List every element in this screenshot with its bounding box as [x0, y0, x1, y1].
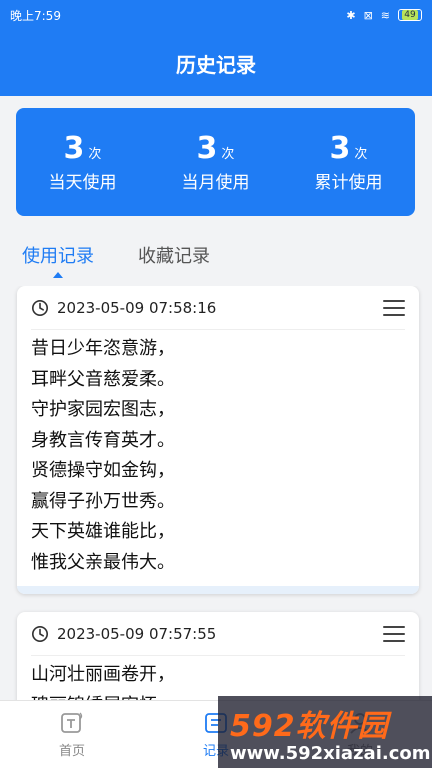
poem-line: 惟我父亲最伟大。	[31, 551, 175, 573]
wifi-icon: ≋	[380, 8, 390, 22]
poem-line: 天下英雄谁能比，	[31, 521, 175, 542]
stat-month: 3 次 当月使用	[149, 108, 282, 216]
poem-line: 守护家园宏图志，	[31, 399, 175, 420]
nav-home-label: 首页	[58, 744, 85, 759]
card-footer	[17, 586, 419, 594]
watermark-url: www.592xiazai.com	[230, 742, 431, 764]
sim-icon: ⊠	[363, 8, 373, 22]
record-menu-icon[interactable]	[383, 625, 405, 642]
record-content: 山河壮丽画卷开， 瑰丽锦绣展宏怀，	[31, 656, 405, 700]
record-card[interactable]: 2023-05-09 07:57:55 山河壮丽画卷开， 瑰丽锦绣展宏怀，	[17, 612, 419, 700]
app-header: 历史记录	[0, 30, 432, 96]
tab-favorite-records[interactable]: 收藏记录	[138, 242, 210, 268]
stat-total-label: 累计使用	[314, 173, 383, 193]
poem-line: 山河壮丽画卷开，	[31, 664, 175, 685]
status-bar: 晚上7:59 ✱ ⊠ ≋ 49	[0, 0, 432, 30]
tab-active-indicator	[53, 272, 63, 278]
site-watermark: 592软件园 www.592xiazai.com	[218, 696, 432, 768]
bluetooth-icon: ✱	[346, 8, 356, 22]
page-title: 历史记录	[176, 52, 256, 77]
poem-line: 赢得子孙万世秀。	[31, 490, 175, 512]
stat-total: 3 次 累计使用	[282, 108, 415, 216]
stat-total-value: 3	[329, 131, 351, 166]
status-time: 晚上7:59	[10, 8, 61, 23]
record-card[interactable]: 2023-05-09 07:58:16 昔日少年恣意游， 耳畔父音慈爱柔。 守护…	[17, 286, 419, 594]
stat-today-unit: 次	[88, 147, 102, 162]
record-header: 2023-05-09 07:58:16	[31, 286, 405, 330]
battery-icon: 49	[398, 9, 422, 21]
stat-today-value: 3	[63, 131, 85, 166]
status-icons: ✱ ⊠ ≋ 49	[346, 9, 422, 22]
clock-icon	[31, 625, 49, 642]
watermark-logo: 592软件园	[230, 708, 389, 744]
clock-icon	[31, 299, 49, 316]
record-content: 昔日少年恣意游， 耳畔父音慈爱柔。 守护家园宏图志， 身教言传育英才。 贤德操守…	[31, 330, 405, 578]
stat-month-label: 当月使用	[181, 173, 250, 193]
stat-month-unit: 次	[221, 147, 235, 162]
text-scan-icon	[61, 712, 83, 733]
nav-home[interactable]: 首页	[0, 701, 144, 768]
record-tabs: 使用记录 收藏记录	[0, 232, 432, 280]
record-timestamp: 2023-05-09 07:57:55	[57, 624, 217, 643]
stat-today-label: 当天使用	[48, 173, 117, 193]
stat-today: 3 次 当天使用	[16, 108, 149, 216]
record-menu-icon[interactable]	[383, 299, 405, 316]
stat-total-unit: 次	[354, 147, 368, 162]
poem-line: 耳畔父音慈爱柔。	[31, 368, 175, 390]
poem-line: 贤德操守如金钩，	[31, 460, 175, 481]
battery-level: 49	[402, 10, 418, 20]
record-list[interactable]: 2023-05-09 07:58:16 昔日少年恣意游， 耳畔父音慈爱柔。 守护…	[0, 286, 432, 700]
record-header: 2023-05-09 07:57:55	[31, 612, 405, 656]
stats-card: 3 次 当天使用 3 次 当月使用 3 次 累计使用	[16, 108, 415, 216]
stat-month-value: 3	[196, 131, 218, 166]
poem-line: 昔日少年恣意游，	[31, 338, 175, 359]
record-timestamp: 2023-05-09 07:58:16	[57, 298, 217, 317]
poem-line: 身教言传育英才。	[31, 429, 175, 451]
tab-usage-records[interactable]: 使用记录	[22, 242, 94, 268]
